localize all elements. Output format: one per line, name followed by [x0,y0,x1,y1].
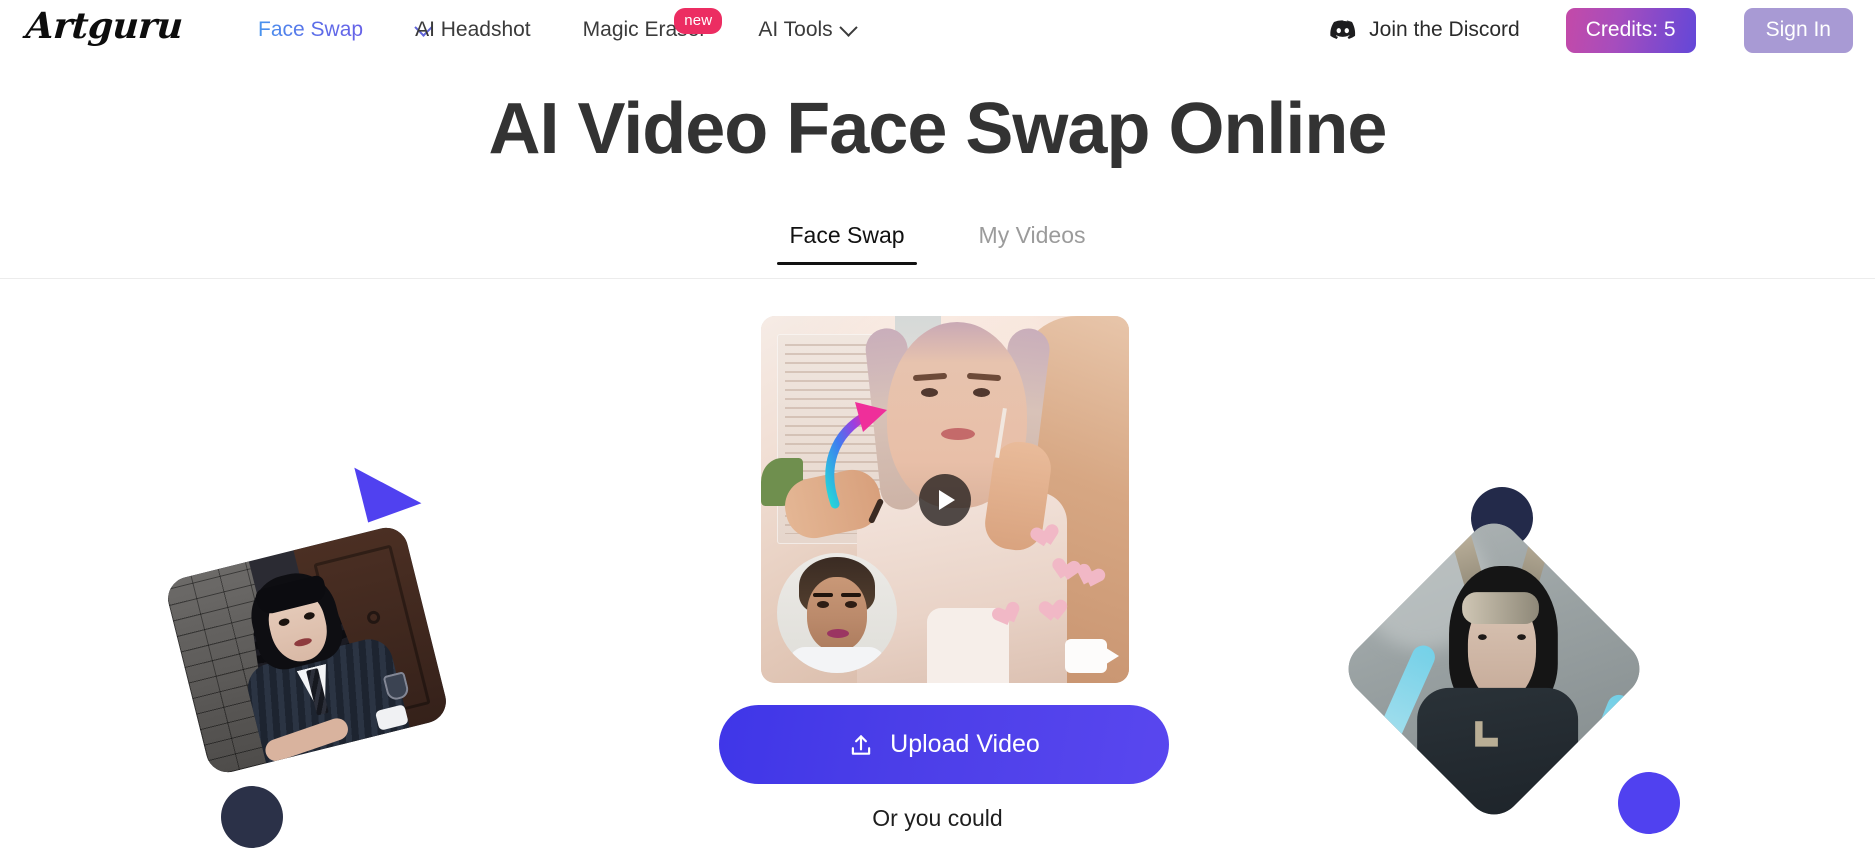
decor-coat [789,647,885,673]
decor-brow-right [841,593,861,597]
decor-eye-right [973,388,990,397]
camera-body [1065,639,1107,673]
sign-in-button[interactable]: Sign In [1743,7,1853,53]
nav-item-ai-tools[interactable]: AI Tools [732,17,880,42]
tab-bar: Face Swap My Videos [0,222,1875,265]
video-camera-icon [1065,639,1119,673]
page-title: AI Video Face Swap Online [488,89,1388,169]
decor-eye-left [1477,633,1487,640]
decor-eye-left [817,601,829,608]
join-discord-link[interactable]: Join the Discord [1330,18,1520,42]
credits-button[interactable]: Credits: 5 [1565,7,1696,53]
nav-right-actions: Join the Discord Credits: 5 Sign In [1330,0,1853,60]
tab-my-videos[interactable]: My Videos [967,222,1098,265]
top-navigation-bar: Artguru Face Swap AI Headshot Magic Eras… [0,0,1875,60]
decor-brow-left [813,593,833,597]
decor-door-knob [365,609,382,626]
swap-arrow-icon [825,402,887,509]
new-badge: new [674,8,723,34]
nav-item-face-swap[interactable]: Face Swap [232,18,389,42]
nav-item-label: Face Swap [258,18,364,41]
camera-lens [1103,646,1119,666]
heart-icon [1044,600,1070,624]
sample-image-left[interactable] [163,523,451,777]
chevron-down-icon[interactable] [838,17,858,37]
nav-item-label: AI Tools [758,18,833,41]
decor-face [807,577,867,651]
tab-face-swap[interactable]: Face Swap [777,222,917,265]
upload-video-button[interactable]: Upload Video [719,705,1169,784]
video-preview-card[interactable] [761,316,1129,683]
brand-logo[interactable]: Artguru [25,5,184,47]
nav-links: Face Swap AI Headshot Magic Eraser new A… [232,0,881,60]
blue-circle-right-bottom [1618,772,1680,834]
play-button[interactable] [919,473,971,526]
nav-item-label: AI Headshot [415,18,531,41]
decor-lips [941,428,975,440]
decor-eye-right [845,601,857,608]
source-face-thumbnail [777,553,897,673]
play-icon [939,489,955,510]
discord-icon [1330,20,1356,39]
nav-item-magic-eraser[interactable]: Magic Eraser new [557,8,733,42]
discord-label: Join the Discord [1369,18,1520,41]
navy-circle-left [221,786,283,848]
section-divider [0,278,1875,279]
decor-image-inner [1337,512,1651,826]
decor-eye-right [1516,633,1526,640]
decor-helmet [1461,591,1540,624]
upload-icon [851,734,871,755]
decor-lips [827,629,849,638]
upload-button-label: Upload Video [890,730,1040,758]
sample-image-right[interactable] [1337,512,1651,826]
nav-item-ai-headshot[interactable]: AI Headshot [389,18,557,42]
